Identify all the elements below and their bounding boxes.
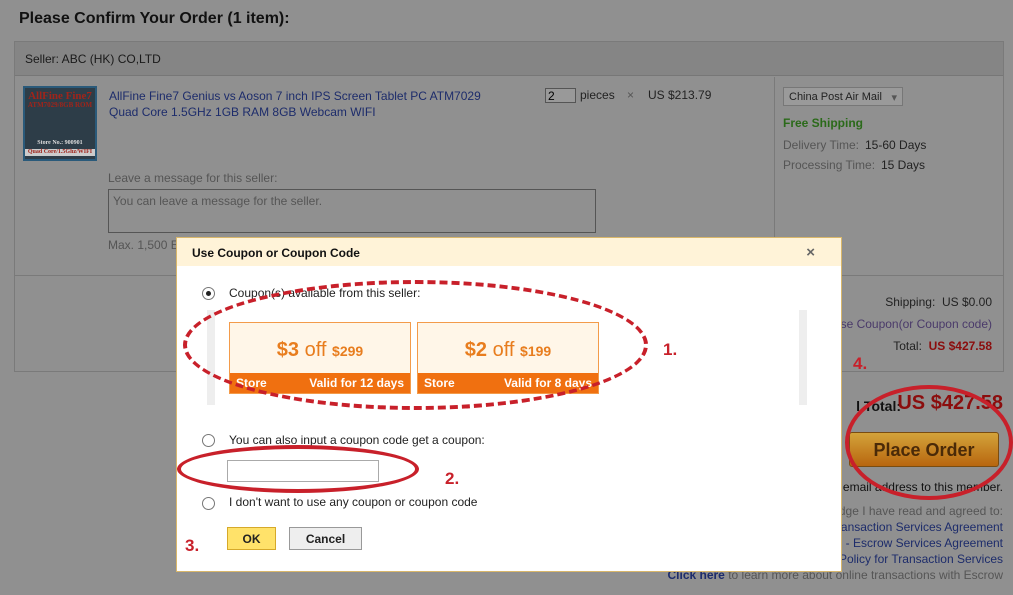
total-value: US $427.58: [928, 339, 992, 353]
product-name-link[interactable]: AllFine Fine7 Genius vs Aoson 7 inch IPS…: [109, 88, 509, 120]
max-note: Max. 1,500 E: [108, 238, 179, 252]
thumb-text: Store No.: 900901: [37, 139, 83, 146]
dialog-title: Use Coupon or Coupon Code: [192, 246, 360, 260]
agree-text: dge I have read and agreed to:: [838, 504, 1003, 518]
times-sign: ×: [627, 88, 635, 102]
radio-seller-coupons[interactable]: [202, 287, 215, 300]
escrow-agreement-link[interactable]: - Escrow Services Agreement: [846, 536, 1003, 550]
thumb-text: ATM7029/8GB ROM: [27, 101, 93, 110]
unit-price: US $213.79: [648, 88, 712, 102]
radio-coupon-code[interactable]: [202, 434, 215, 447]
shipping-method-value: China Post Air Mail: [789, 91, 882, 103]
delivery-value: 15-60 Days: [865, 138, 927, 152]
unit-label: pieces: [580, 88, 615, 102]
annotation-ring: [183, 280, 648, 410]
policy-link[interactable]: Policy for Transaction Services: [839, 552, 1003, 566]
radio-no-coupon[interactable]: [202, 497, 215, 510]
shipping-method-select[interactable]: China Post Air Mail ▾: [783, 87, 903, 106]
shipping-label: Shipping:: [885, 295, 936, 309]
annotation-label: 4.: [853, 354, 868, 373]
message-textarea[interactable]: You can leave a message for the seller.: [108, 189, 596, 233]
ok-button[interactable]: OK: [227, 527, 276, 550]
chevron-down-icon: ▾: [891, 92, 897, 104]
annotation-label: 3.: [185, 536, 200, 555]
annotation-ring: [177, 445, 419, 493]
page-title: Please Confirm Your Order (1 item):: [19, 10, 290, 27]
close-icon[interactable]: ×: [806, 244, 815, 261]
total-label: Total:: [893, 339, 922, 353]
dialog-header: Use Coupon or Coupon Code ×: [177, 238, 841, 266]
quantity-input[interactable]: [545, 88, 576, 103]
annotation-label: 1.: [663, 340, 678, 359]
annotation-label: 2.: [445, 469, 460, 488]
seller-bar: Seller: ABC (HK) CO,LTD: [15, 42, 1003, 76]
message-label: Leave a message for this seller:: [108, 171, 278, 185]
processing-label: Processing Time:: [783, 158, 876, 172]
option-no-coupon-label: I don't want to use any coupon or coupon…: [229, 495, 478, 509]
use-coupon-link[interactable]: se Coupon(or Coupon code): [841, 317, 992, 331]
shipping-value: US $0.00: [941, 295, 992, 309]
product-thumbnail[interactable]: AllFine Fine7 ATM7029/8GB ROM Store No.:…: [23, 86, 97, 161]
delivery-label: Delivery Time:: [783, 138, 860, 152]
free-shipping: Free Shipping: [783, 116, 864, 130]
transaction-agreement-link[interactable]: ansaction Services Agreement: [841, 520, 1003, 534]
processing-value: 15 Days: [881, 158, 926, 172]
thumb-text: Quad Core/1.5Ghz/WIFI: [25, 149, 95, 156]
annotation-ring: [845, 385, 1013, 500]
cancel-button[interactable]: Cancel: [289, 527, 362, 550]
